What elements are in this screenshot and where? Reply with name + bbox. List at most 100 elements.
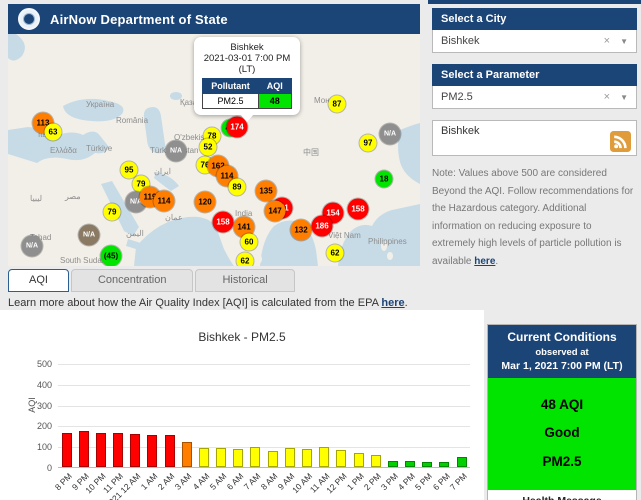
aqi-marker[interactable]: (45)	[101, 246, 122, 267]
chart-x-label: 8 AM	[259, 471, 280, 492]
popup-city: Bishkek	[198, 42, 296, 53]
chart-x-label: 1 AM	[139, 471, 160, 492]
aqi-marker[interactable]: 132	[291, 220, 312, 241]
city-select[interactable]: Bishkek × ▼	[432, 30, 637, 53]
aqi-marker[interactable]: 62	[237, 253, 254, 267]
chart-column: 9 PM	[75, 364, 92, 467]
chart-x-label: 3 PM	[379, 471, 400, 492]
chart-bar	[147, 435, 157, 467]
tab-concentration[interactable]: Concentration	[71, 269, 194, 292]
chart-column: 6 PM	[436, 364, 453, 467]
rss-icon[interactable]	[610, 131, 631, 152]
aqi-marker[interactable]: 97	[360, 135, 377, 152]
clear-icon[interactable]: ×	[604, 91, 610, 103]
chart-bar	[405, 461, 415, 467]
chart-bar	[182, 442, 192, 467]
chart-x-label: 7 PM	[448, 471, 469, 492]
aqi-marker[interactable]: 60	[241, 234, 258, 251]
chart-bar	[457, 457, 467, 467]
chart-y-tick: 0	[12, 463, 52, 473]
chart-x-label: 6 AM	[225, 471, 246, 492]
aqi-note: Note: Values above 500 are considered Be…	[432, 165, 637, 270]
parameter-select[interactable]: PM2.5 × ▼	[432, 86, 637, 109]
chevron-down-icon[interactable]: ▼	[620, 93, 628, 102]
aqi-marker[interactable]: 186	[312, 216, 333, 237]
chart-title: Bishkek - PM2.5	[0, 330, 484, 344]
chart-bar	[439, 462, 449, 467]
chart-plot: 01002003004005008 PM9 PM10 PM11 PM2021 1…	[58, 364, 470, 468]
health-message-title: Health Message	[495, 495, 629, 500]
observed-at-label: observed at	[490, 347, 634, 358]
aqi-marker[interactable]: 52	[200, 139, 217, 156]
chart-column: 1 AM	[144, 364, 161, 467]
chart-y-tick: 100	[12, 442, 52, 452]
chart-x-label: 6 PM	[430, 471, 451, 492]
aqi-marker[interactable]: N/A	[79, 225, 100, 246]
aqi-marker[interactable]: N/A	[380, 124, 401, 145]
aqi-marker[interactable]: 158	[348, 199, 369, 220]
map-popup: Bishkek 2021-03-01 7:00 PM (LT) Pollutan…	[194, 37, 300, 115]
chart-column: 4 AM	[195, 364, 212, 467]
aqi-marker[interactable]: 62	[327, 245, 344, 262]
aqi-marker[interactable]: 147	[265, 201, 286, 222]
aqi-marker[interactable]: 135	[256, 181, 277, 202]
chart-column: 8 AM	[264, 364, 281, 467]
chart-bar	[130, 434, 140, 467]
aqi-marker[interactable]: N/A	[166, 141, 187, 162]
popup-aqi-value: 48	[258, 94, 291, 109]
clear-icon[interactable]: ×	[604, 35, 610, 47]
chevron-down-icon[interactable]: ▼	[620, 37, 628, 46]
aqi-marker[interactable]: 18	[376, 171, 393, 188]
note-link[interactable]: here	[474, 256, 495, 267]
tab-aqi[interactable]: AQI	[8, 269, 69, 292]
sidebar: Select a City Bishkek × ▼ Select a Param…	[432, 8, 637, 270]
tab-historical[interactable]: Historical	[195, 269, 294, 292]
chart-y-tick: 400	[12, 380, 52, 390]
chart-bar	[79, 431, 89, 467]
chart-x-label: 3 AM	[173, 471, 194, 492]
chart-column: 7 AM	[247, 364, 264, 467]
chart-x-label: 2 PM	[362, 471, 383, 492]
chart-x-label: 4 AM	[190, 471, 211, 492]
note-before: Note: Values above 500 are considered Be…	[432, 168, 633, 267]
aqi-marker[interactable]: 89	[229, 179, 246, 196]
aqi-value: 48 AQI	[488, 391, 636, 419]
chart-column: 10 AM	[298, 364, 315, 467]
aqi-marker[interactable]: 95	[121, 162, 138, 179]
aqi-marker[interactable]: N/A	[22, 236, 43, 257]
feed-city-label: Bishkek	[441, 125, 480, 137]
chart-bar	[113, 433, 123, 467]
observed-at-datetime: Mar 1, 2021 7:00 PM (LT)	[490, 360, 634, 372]
aqi-marker[interactable]: 120	[195, 192, 216, 213]
chart-x-label: 1 PM	[344, 471, 365, 492]
note-after: .	[495, 256, 498, 267]
popup-aqi-header: AQI	[258, 79, 291, 94]
popup-table: Pollutant AQI PM2.5 48	[202, 78, 292, 109]
chart-column: 6 AM	[230, 364, 247, 467]
popup-arrow	[240, 114, 254, 122]
chart-bar	[199, 448, 209, 467]
city-select-value: Bishkek	[441, 35, 604, 47]
parameter-select-value: PM2.5	[441, 91, 604, 103]
chart-bar	[422, 462, 432, 467]
aqi-marker[interactable]: 63	[45, 124, 62, 141]
chart-bar	[268, 451, 278, 467]
popup-pollutant-header: Pollutant	[203, 79, 259, 94]
chart-column: 10 PM	[92, 364, 109, 467]
epa-link[interactable]: here	[381, 297, 404, 309]
chart-bar	[96, 433, 106, 467]
aqi-marker[interactable]: 79	[104, 204, 121, 221]
app-header: AirNow Department of State	[8, 4, 420, 34]
aqi-marker[interactable]: 114	[154, 191, 175, 212]
aqi-marker[interactable]: 158	[213, 212, 234, 233]
chart-column: 2 PM	[367, 364, 384, 467]
chart-bar	[165, 435, 175, 467]
chart-x-label: 4 PM	[396, 471, 417, 492]
chart-bar	[319, 447, 329, 467]
aqi-marker[interactable]: 87	[329, 96, 346, 113]
chart-x-label: 5 AM	[207, 471, 228, 492]
aqi-map[interactable]: УкраїнаҚазақстанRomâniaItaliaΕλλάδαTürki…	[8, 34, 420, 266]
chart-bar	[336, 450, 346, 467]
chart-column: 7 PM	[453, 364, 470, 467]
chart-column: 9 AM	[281, 364, 298, 467]
